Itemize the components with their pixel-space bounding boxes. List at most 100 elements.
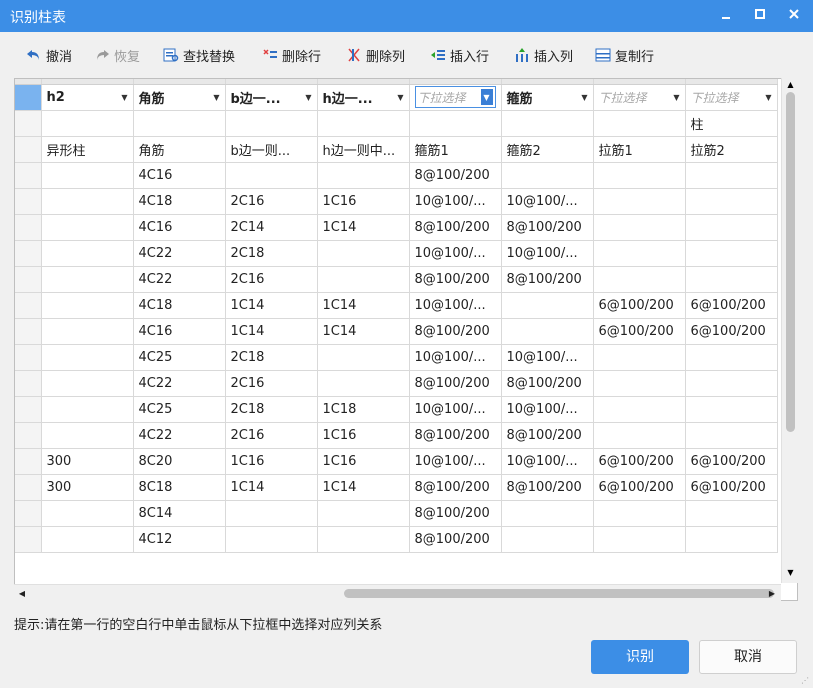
table-cell[interactable]: 2C18 bbox=[225, 240, 318, 267]
table-cell[interactable] bbox=[685, 422, 778, 449]
table-cell[interactable]: 2C18 bbox=[225, 396, 318, 423]
table-cell[interactable] bbox=[685, 370, 778, 397]
table-cell[interactable]: 箍筋2 bbox=[501, 136, 594, 163]
table-cell[interactable]: 4C18 bbox=[133, 292, 226, 319]
chevron-down-icon[interactable]: ▼ bbox=[121, 93, 127, 102]
table-cell[interactable]: 2C16 bbox=[225, 266, 318, 293]
table-cell[interactable] bbox=[225, 526, 318, 553]
table-cell[interactable]: 柱 bbox=[685, 110, 778, 137]
table-cell[interactable]: 10@100/... bbox=[501, 344, 594, 371]
table-cell[interactable] bbox=[317, 110, 410, 137]
table-cell[interactable]: 10@100/... bbox=[409, 396, 502, 423]
table-cell[interactable]: 6@100/200 bbox=[593, 292, 686, 319]
table-cell[interactable]: 8@100/200 bbox=[501, 474, 594, 501]
table-cell[interactable] bbox=[41, 266, 134, 293]
column-mapping-dropdown[interactable]: 角筋 ▼ bbox=[139, 88, 220, 107]
table-cell[interactable] bbox=[593, 344, 686, 371]
row-header-cell[interactable] bbox=[15, 292, 42, 319]
chevron-down-icon[interactable]: ▼ bbox=[765, 93, 771, 102]
copy-row-button[interactable]: 复制行 bbox=[595, 44, 654, 66]
table-cell[interactable]: 4C16 bbox=[133, 162, 226, 189]
table-cell[interactable]: 10@100/... bbox=[409, 240, 502, 267]
row-header-cell[interactable] bbox=[15, 214, 42, 241]
table-cell[interactable]: 8C14 bbox=[133, 500, 226, 527]
table-cell[interactable] bbox=[41, 240, 134, 267]
table-cell[interactable] bbox=[41, 396, 134, 423]
table-cell[interactable] bbox=[685, 266, 778, 293]
column-mapping-dropdown[interactable]: b边一... ▼ bbox=[231, 88, 312, 107]
row-header-cell[interactable] bbox=[15, 448, 42, 475]
table-cell[interactable] bbox=[41, 318, 134, 345]
table-cell[interactable] bbox=[593, 188, 686, 215]
column-mapping-cell[interactable]: b边一... ▼ bbox=[225, 84, 318, 111]
table-cell[interactable]: 1C14 bbox=[317, 474, 410, 501]
table-cell[interactable]: 4C22 bbox=[133, 240, 226, 267]
scroll-right-icon[interactable]: ▶ bbox=[766, 587, 778, 600]
table-cell[interactable] bbox=[41, 370, 134, 397]
table-cell[interactable]: 8@100/200 bbox=[409, 370, 502, 397]
table-cell[interactable]: 10@100/... bbox=[409, 188, 502, 215]
table-cell[interactable]: 拉筋1 bbox=[593, 136, 686, 163]
table-cell[interactable]: 8C20 bbox=[133, 448, 226, 475]
table-cell[interactable] bbox=[593, 526, 686, 553]
table-cell[interactable]: 8@100/200 bbox=[501, 370, 594, 397]
table-cell[interactable]: 异形柱 bbox=[41, 136, 134, 163]
table-cell[interactable] bbox=[317, 344, 410, 371]
table-cell[interactable] bbox=[41, 292, 134, 319]
table-cell[interactable]: 4C22 bbox=[133, 266, 226, 293]
table-cell[interactable]: h边一则中... bbox=[317, 136, 410, 163]
table-cell[interactable] bbox=[685, 188, 778, 215]
table-cell[interactable]: 1C16 bbox=[317, 422, 410, 449]
table-cell[interactable] bbox=[41, 422, 134, 449]
undo-button[interactable]: 撤消 bbox=[26, 44, 72, 66]
table-cell[interactable]: 8@100/200 bbox=[409, 474, 502, 501]
table-cell[interactable]: 4C22 bbox=[133, 370, 226, 397]
column-mapping-cell[interactable]: 角筋 ▼ bbox=[133, 84, 226, 111]
table-cell[interactable] bbox=[593, 266, 686, 293]
column-mapping-cell[interactable]: 下拉选择 ▼ bbox=[685, 84, 778, 111]
row-header-cell[interactable] bbox=[15, 110, 42, 137]
scroll-down-icon[interactable]: ▼ bbox=[784, 568, 797, 580]
table-cell[interactable] bbox=[41, 110, 134, 137]
table-cell[interactable] bbox=[41, 162, 134, 189]
table-cell[interactable] bbox=[593, 240, 686, 267]
table-cell[interactable] bbox=[41, 500, 134, 527]
table-cell[interactable]: 10@100/... bbox=[409, 344, 502, 371]
table-cell[interactable]: 300 bbox=[41, 474, 134, 501]
chevron-down-icon[interactable]: ▼ bbox=[480, 89, 493, 105]
table-cell[interactable]: 6@100/200 bbox=[593, 448, 686, 475]
table-cell[interactable]: 1C14 bbox=[317, 214, 410, 241]
table-cell[interactable]: 4C18 bbox=[133, 188, 226, 215]
maximize-icon[interactable] bbox=[743, 0, 777, 32]
table-cell[interactable]: 2C16 bbox=[225, 370, 318, 397]
vertical-scroll-thumb[interactable] bbox=[786, 92, 795, 432]
table-cell[interactable]: 8@100/200 bbox=[409, 214, 502, 241]
redo-button[interactable]: 恢复 bbox=[94, 44, 140, 66]
table-cell[interactable]: 6@100/200 bbox=[685, 448, 778, 475]
row-header-cell[interactable] bbox=[15, 162, 42, 189]
table-cell[interactable] bbox=[133, 110, 226, 137]
table-cell[interactable] bbox=[317, 266, 410, 293]
table-cell[interactable] bbox=[593, 162, 686, 189]
table-cell[interactable] bbox=[317, 162, 410, 189]
table-cell[interactable]: 300 bbox=[41, 448, 134, 475]
table-cell[interactable]: 4C16 bbox=[133, 214, 226, 241]
table-cell[interactable]: 10@100/... bbox=[501, 396, 594, 423]
scroll-left-icon[interactable]: ◀ bbox=[16, 587, 28, 600]
table-cell[interactable]: 6@100/200 bbox=[593, 474, 686, 501]
column-mapping-dropdown[interactable]: h边一... ▼ bbox=[323, 88, 404, 107]
table-cell[interactable] bbox=[41, 526, 134, 553]
column-mapping-dropdown[interactable]: h2 ▼ bbox=[47, 90, 128, 105]
table-cell[interactable] bbox=[225, 110, 318, 137]
table-cell[interactable] bbox=[501, 318, 594, 345]
delete-row-button[interactable]: 删除行 bbox=[262, 44, 321, 66]
row-header-cell[interactable] bbox=[15, 84, 42, 111]
table-cell[interactable] bbox=[41, 188, 134, 215]
table-cell[interactable] bbox=[317, 240, 410, 267]
table-cell[interactable] bbox=[41, 344, 134, 371]
table-cell[interactable] bbox=[685, 500, 778, 527]
table-cell[interactable]: 1C16 bbox=[225, 448, 318, 475]
table-cell[interactable] bbox=[409, 110, 502, 137]
table-cell[interactable]: 10@100/... bbox=[409, 292, 502, 319]
table-cell[interactable]: 箍筋1 bbox=[409, 136, 502, 163]
